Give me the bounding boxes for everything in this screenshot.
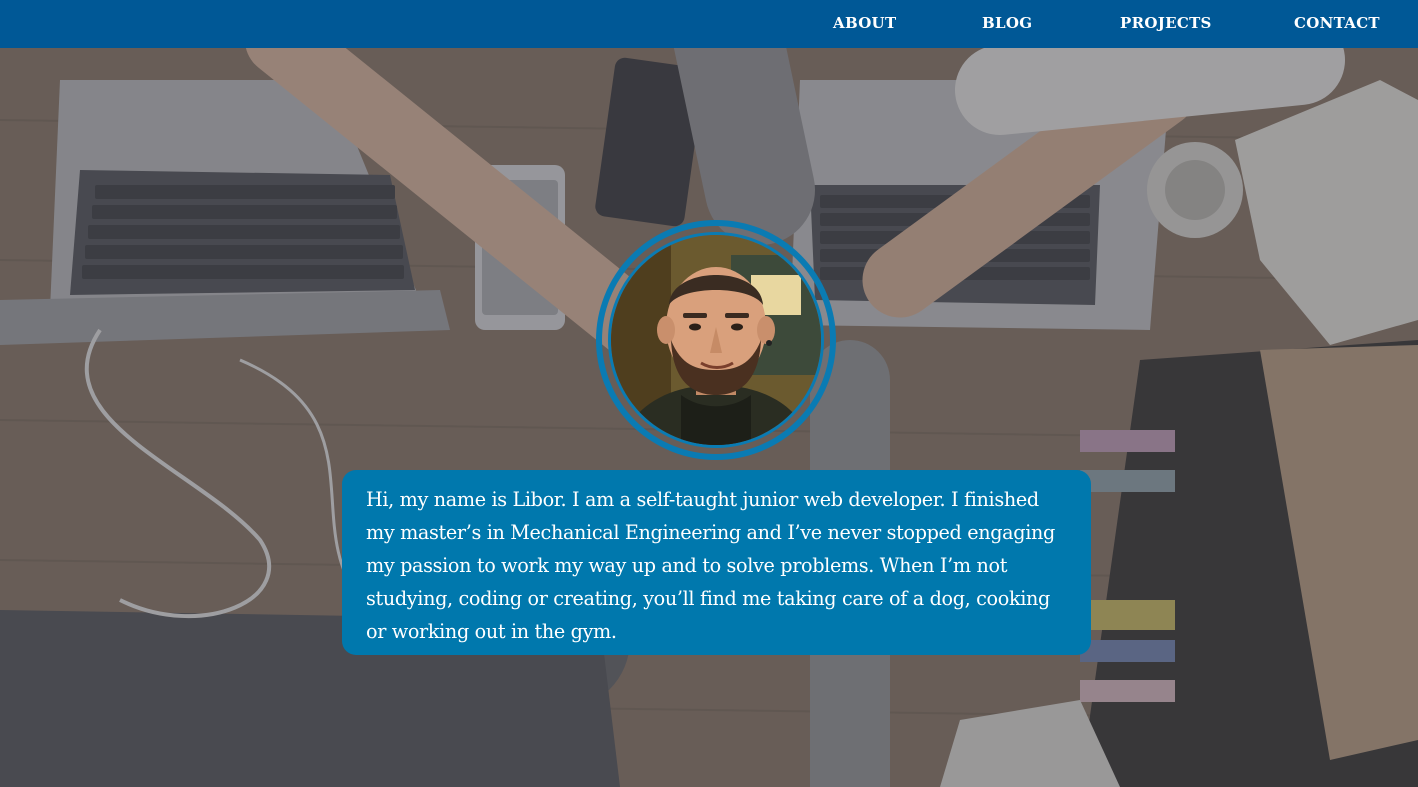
top-navbar: ABOUT BLOG PROJECTS CONTACT	[0, 0, 1418, 48]
avatar	[596, 220, 836, 460]
profile-photo-icon	[611, 235, 821, 445]
bio-text: Hi, my name is Libor. I am a self-taught…	[366, 488, 1055, 643]
bio-card: Hi, my name is Libor. I am a self-taught…	[342, 470, 1091, 655]
nav-projects-link[interactable]: PROJECTS	[1120, 14, 1212, 32]
page: ABOUT BLOG PROJECTS CONTACT Hi, my name …	[0, 0, 1418, 787]
avatar-photo-frame	[608, 232, 824, 448]
nav-contact-link[interactable]: CONTACT	[1294, 14, 1380, 32]
nav-blog-link[interactable]: BLOG	[982, 14, 1032, 32]
nav-about-link[interactable]: ABOUT	[833, 14, 896, 32]
